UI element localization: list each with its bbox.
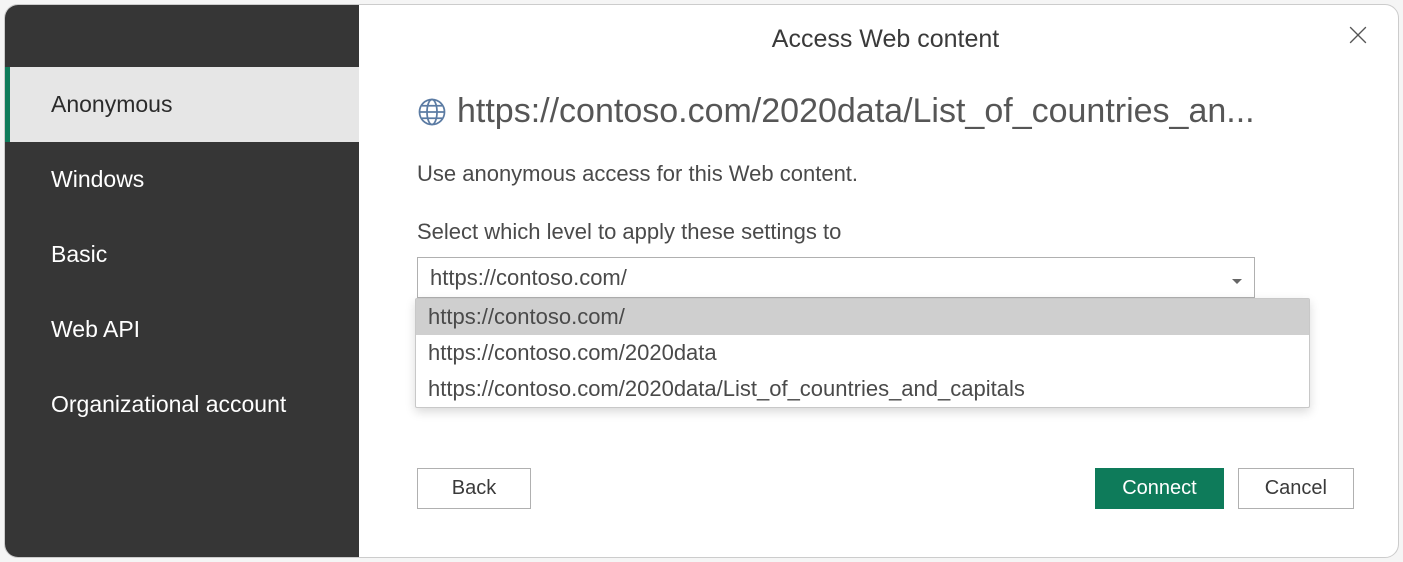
sidebar-item-web-api[interactable]: Web API <box>5 292 359 367</box>
dropdown-item-label: https://contoso.com/2020data <box>428 340 717 366</box>
auth-method-sidebar: Anonymous Windows Basic Web API Organiza… <box>5 5 359 557</box>
back-button[interactable]: Back <box>417 468 531 509</box>
level-option-path2[interactable]: https://contoso.com/2020data/List_of_cou… <box>416 371 1309 407</box>
cancel-button[interactable]: Cancel <box>1238 468 1354 509</box>
level-select-label: Select which level to apply these settin… <box>417 219 1354 245</box>
sidebar-item-label: Anonymous <box>51 91 172 118</box>
sidebar-item-label: Basic <box>51 241 107 268</box>
level-option-root[interactable]: https://contoso.com/ <box>416 299 1309 335</box>
close-button[interactable] <box>1340 19 1376 55</box>
sidebar-item-label: Organizational account <box>51 391 286 418</box>
dropdown-item-label: https://contoso.com/2020data/List_of_cou… <box>428 376 1025 402</box>
level-select: https://contoso.com/ https://contoso.com… <box>417 257 1255 298</box>
level-select-value: https://contoso.com/ <box>430 265 627 291</box>
dialog-title: Access Web content <box>417 25 1354 54</box>
close-icon <box>1349 26 1367 49</box>
auth-description: Use anonymous access for this Web conten… <box>417 161 1354 187</box>
sidebar-item-label: Web API <box>51 316 140 343</box>
level-select-dropdown: https://contoso.com/ https://contoso.com… <box>415 298 1310 408</box>
level-option-path1[interactable]: https://contoso.com/2020data <box>416 335 1309 371</box>
access-web-content-dialog: Anonymous Windows Basic Web API Organiza… <box>4 4 1399 558</box>
level-select-combobox[interactable]: https://contoso.com/ <box>417 257 1255 298</box>
globe-icon <box>417 97 447 127</box>
main-panel: Access Web content https://contoso.com/2… <box>359 5 1398 557</box>
sidebar-item-windows[interactable]: Windows <box>5 142 359 217</box>
sidebar-item-basic[interactable]: Basic <box>5 217 359 292</box>
dropdown-item-label: https://contoso.com/ <box>428 304 625 330</box>
sidebar-item-anonymous[interactable]: Anonymous <box>5 67 359 142</box>
url-row: https://contoso.com/2020data/List_of_cou… <box>417 92 1354 131</box>
dialog-buttons: Back Connect Cancel <box>417 468 1354 509</box>
chevron-down-icon <box>1232 265 1242 291</box>
sidebar-item-label: Windows <box>51 166 144 193</box>
connect-button[interactable]: Connect <box>1095 468 1224 509</box>
sidebar-item-organizational-account[interactable]: Organizational account <box>5 367 359 442</box>
source-url: https://contoso.com/2020data/List_of_cou… <box>457 92 1255 131</box>
